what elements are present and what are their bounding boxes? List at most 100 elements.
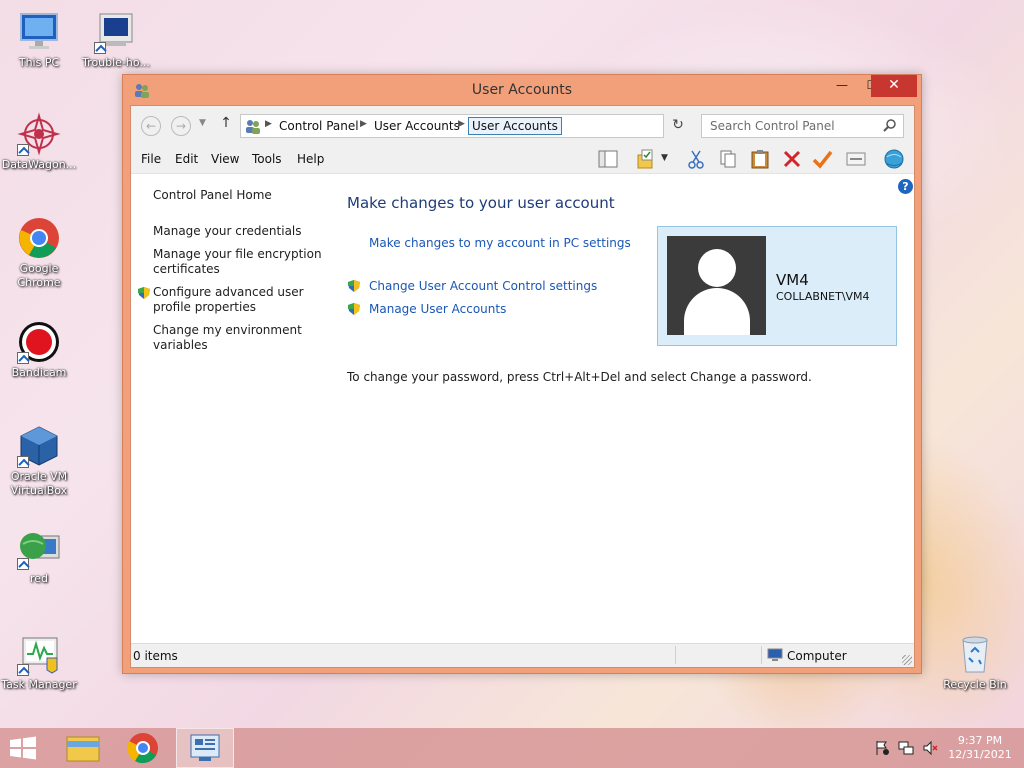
breadcrumb-selected[interactable]: User Accounts: [468, 117, 562, 135]
desktop-icon-label: Google Chrome: [17, 262, 61, 289]
window-client-area: ← → ▼ ↑ ▶ Control Panel ▶ User Accounts …: [130, 105, 915, 668]
user-account-card: VM4 COLLABNET\VM4: [657, 226, 897, 346]
manage-user-accounts-link[interactable]: Manage User Accounts: [369, 302, 506, 316]
network-globe-toolbar-icon[interactable]: [883, 148, 905, 170]
uac-shield-icon: [347, 302, 361, 316]
desktop-icon-red[interactable]: red: [0, 526, 78, 586]
uac-shield-icon: [137, 286, 151, 300]
menu-view[interactable]: View: [211, 152, 239, 166]
datawagon-icon: [17, 112, 61, 156]
search-box[interactable]: Search Control Panel: [701, 114, 904, 138]
minimize-button[interactable]: —: [827, 75, 857, 97]
clock-time: 9:37 PM: [957, 734, 1003, 747]
checkmark-icon[interactable]: [811, 148, 833, 170]
item-count: 0 items: [133, 649, 178, 663]
manage-credentials-link[interactable]: Manage your credentials: [153, 224, 323, 239]
chevron-down-icon[interactable]: ▼: [661, 153, 673, 175]
virtualbox-icon: [17, 424, 61, 468]
desktop-icon-recycle-bin[interactable]: Recycle Bin: [936, 632, 1014, 692]
user-accounts-window: User Accounts — ☐ ✕ ← → ▼ ↑ ▶ Control Pa…: [122, 74, 922, 674]
breadcrumb-control-panel[interactable]: Control Panel: [279, 119, 359, 133]
desktop-icon-datawagon[interactable]: DataWagon...: [0, 112, 78, 172]
menu-bar: File Edit View Tools Help ▼: [131, 144, 914, 174]
desktop-icon-label: Recycle Bin: [943, 678, 1007, 691]
search-input[interactable]: Search Control Panel: [710, 119, 835, 133]
pc-settings-link[interactable]: Make changes to my account in PC setting…: [369, 236, 631, 250]
taskbar-file-explorer[interactable]: [54, 728, 112, 768]
up-arrow-icon[interactable]: ↑: [217, 115, 235, 135]
control-panel-home-link[interactable]: Control Panel Home: [153, 188, 323, 203]
paste-icon[interactable]: [749, 148, 771, 170]
desktop-icon-label: Task Manager: [1, 678, 77, 691]
title-bar[interactable]: User Accounts — ☐ ✕: [123, 75, 921, 105]
taskbar: 9:37 PM 12/31/2021: [0, 728, 1024, 768]
bandicam-icon: [17, 320, 61, 364]
user-domain: COLLABNET\VM4: [776, 290, 870, 303]
zone-label: Computer: [787, 649, 847, 663]
help-icon[interactable]: ?: [898, 179, 913, 194]
search-icon[interactable]: [881, 118, 897, 134]
menu-edit[interactable]: Edit: [175, 152, 198, 166]
refresh-icon[interactable]: ↻: [667, 114, 689, 138]
system-clock[interactable]: 9:37 PM 12/31/2021: [940, 734, 1020, 762]
desktop-icon-label: Bandicam: [11, 366, 67, 379]
desktop-icon-label: This PC: [18, 56, 60, 69]
action-center-icon[interactable]: [874, 740, 890, 756]
desktop-icon-label: DataWagon...: [1, 158, 77, 171]
taskbar-chrome[interactable]: [114, 728, 172, 768]
resize-grip[interactable]: [902, 655, 912, 665]
preview-pane-icon[interactable]: [597, 148, 619, 170]
left-navigation-pane: Control Panel Home Manage your credentia…: [131, 174, 341, 644]
breadcrumb-separator-icon[interactable]: ▶: [360, 119, 367, 129]
status-bar: 0 items Computer: [131, 643, 914, 667]
breadcrumb-user-accounts[interactable]: User Accounts: [374, 119, 460, 133]
taskbar-control-panel[interactable]: [176, 728, 234, 768]
navigation-bar: ← → ▼ ↑ ▶ Control Panel ▶ User Accounts …: [131, 106, 914, 144]
computer-icon: [767, 648, 783, 662]
computer-icon: [17, 10, 61, 54]
desktop-icon-chrome[interactable]: Google Chrome: [0, 216, 78, 290]
desktop-icon-task-manager[interactable]: Task Manager: [0, 632, 78, 692]
recent-locations-icon[interactable]: ▼: [199, 118, 206, 128]
desktop-icon-label: Trouble-ho...: [82, 56, 150, 69]
user-name: VM4: [776, 271, 809, 289]
uac-settings-link[interactable]: Change User Account Control settings: [369, 279, 597, 293]
menu-tools[interactable]: Tools: [252, 152, 282, 166]
menu-help[interactable]: Help: [297, 152, 324, 166]
address-bar[interactable]: ▶ Control Panel ▶ User Accounts ▶ User A…: [240, 114, 764, 138]
task-manager-icon: [17, 632, 61, 676]
desktop-icon-label: Oracle VM VirtualBox: [10, 470, 68, 497]
back-button[interactable]: ←: [141, 116, 161, 136]
page-title: Make changes to your user account: [347, 194, 615, 212]
desktop-icon-virtualbox[interactable]: Oracle VM VirtualBox: [0, 424, 78, 498]
window-title: User Accounts: [471, 82, 573, 98]
folder-options-icon[interactable]: [635, 148, 657, 170]
chrome-icon: [17, 216, 61, 260]
desktop-icon-this-pc[interactable]: This PC: [0, 10, 78, 70]
delete-icon[interactable]: [781, 148, 803, 170]
copy-icon[interactable]: [717, 148, 739, 170]
control-panel-icon: [245, 118, 261, 134]
close-button[interactable]: ✕: [871, 75, 917, 97]
manage-encryption-certificates-link[interactable]: Manage your file encryption certificates: [153, 247, 323, 277]
password-instructions: To change your password, press Ctrl+Alt+…: [347, 370, 812, 384]
menu-file[interactable]: File: [141, 152, 161, 166]
forward-button[interactable]: →: [171, 116, 191, 136]
properties-icon[interactable]: [845, 148, 867, 170]
breadcrumb-separator-icon[interactable]: ▶: [265, 119, 272, 129]
desktop-icon-label: red: [29, 572, 49, 585]
avatar: [667, 236, 766, 335]
uac-shield-icon: [347, 279, 361, 293]
desktop-icon-troubleshoot[interactable]: Trouble-ho...: [77, 10, 155, 70]
volume-muted-icon[interactable]: [922, 740, 938, 756]
network-globe-icon: [17, 526, 61, 570]
network-icon[interactable]: [898, 740, 914, 756]
breadcrumb-separator-icon[interactable]: ▶: [458, 119, 465, 129]
desktop-icon-bandicam[interactable]: Bandicam: [0, 320, 78, 380]
troubleshoot-icon: [94, 10, 138, 54]
change-environment-variables-link[interactable]: Change my environment variables: [153, 323, 323, 353]
cut-icon[interactable]: [685, 148, 707, 170]
clock-date: 12/31/2021: [948, 748, 1012, 761]
start-button[interactable]: [8, 736, 38, 760]
configure-advanced-profile-link[interactable]: Configure advanced user profile properti…: [153, 285, 323, 315]
